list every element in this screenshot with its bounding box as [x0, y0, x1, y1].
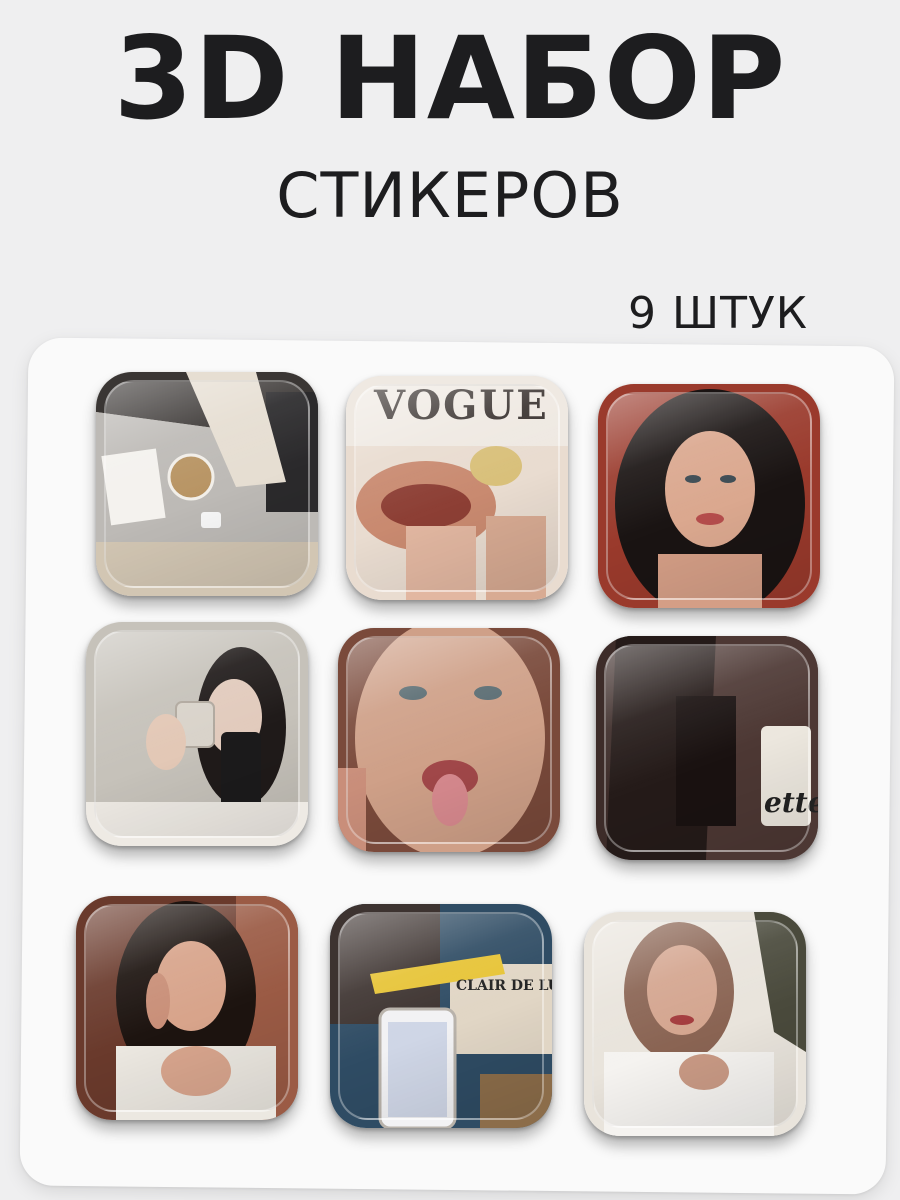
sticker-image — [86, 622, 308, 846]
sticker-image — [76, 896, 298, 1120]
sticker-collage-text: CLAIR DE LUNE — [456, 978, 552, 994]
sticker-image — [596, 636, 818, 860]
sticker-cup-text: ette — [764, 786, 818, 819]
sticker-collage-phone: CLAIR DE LUNE — [330, 904, 552, 1128]
sticker-portrait-dark-hair — [598, 384, 820, 608]
sticker-magazine-lips: VOGUE — [346, 376, 568, 600]
sticker-magazine-title: VOGUE — [374, 382, 549, 429]
sticker-image — [584, 912, 806, 1136]
sticker-woman-phone — [76, 896, 298, 1120]
sticker-image — [598, 384, 820, 608]
sticker-short-hair-white-shirt — [584, 912, 806, 1136]
sticker-image — [330, 904, 552, 1128]
sticker-mirror-selfie — [86, 622, 308, 846]
sticker-desk-coffee — [96, 372, 318, 596]
quantity-label: 9 ШТУК — [628, 288, 808, 339]
sticker-image — [96, 372, 318, 596]
sticker-closeup-face — [338, 628, 560, 852]
sticker-image — [338, 628, 560, 852]
page-subtitle: СТИКЕРОВ — [276, 159, 624, 232]
page-title: 3D НАБОР — [113, 12, 787, 145]
sticker-leather-jacket-coffee: ette — [596, 636, 818, 860]
